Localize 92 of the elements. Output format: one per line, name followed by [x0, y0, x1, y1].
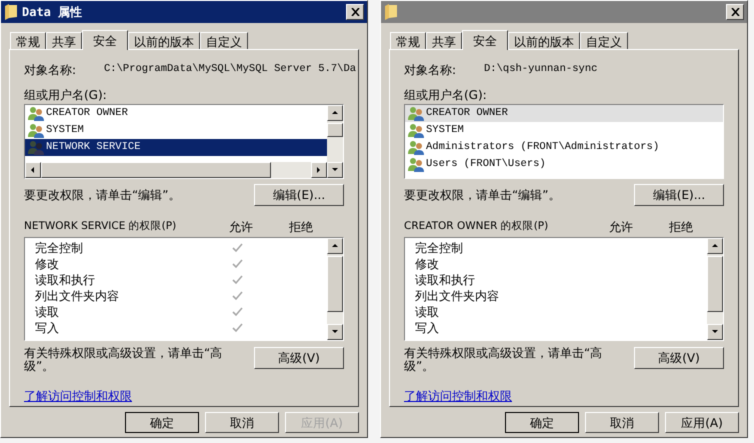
tab[interactable]: 安全 — [82, 30, 128, 50]
user-row[interactable]: CREATOR OWNER — [405, 105, 723, 122]
users-icon — [28, 106, 44, 121]
scroll-thumb[interactable] — [41, 162, 270, 178]
user-row[interactable]: Administrators (FRONT\Administrators) — [405, 139, 723, 156]
object-name-label: 对象名称: — [24, 62, 78, 79]
object-name-value: C:\ProgramData\MySQL\MySQL Server 5.7\Da — [104, 62, 356, 78]
tab[interactable]: 常规 — [390, 32, 426, 49]
permission-name: 读取 — [34, 304, 60, 321]
dialog-button[interactable]: 确定 — [505, 412, 579, 433]
edit-button[interactable]: 编辑(E)... — [254, 184, 344, 206]
triangle-arrow-icon — [29, 166, 37, 174]
triangle-arrow-icon — [331, 242, 339, 250]
permission-name: 列出文件夹内容 — [34, 288, 120, 305]
permissions-label: NETWORK SERVICE 的权限(P) — [24, 219, 178, 234]
close-button[interactable] — [346, 4, 364, 20]
users-icon — [408, 157, 424, 172]
user-row[interactable]: CREATOR OWNER — [25, 105, 327, 122]
scroll-arrow-button[interactable] — [327, 162, 343, 178]
vertical-scrollbar[interactable] — [327, 105, 343, 178]
permission-name: 列出文件夹内容 — [414, 288, 500, 305]
user-row[interactable]: Users (FRONT\Users) — [405, 156, 723, 173]
allow-header: 允许 — [229, 219, 254, 236]
scroll-thumb[interactable] — [327, 123, 343, 137]
dialog-button[interactable]: 应用(A) — [665, 412, 739, 433]
permission-name: 读取 — [414, 304, 440, 321]
close-icon — [730, 8, 740, 16]
edit-hint: 要更改权限，请单击“编辑”。 — [24, 187, 180, 204]
dialog-button[interactable]: 确定 — [125, 412, 199, 433]
permission-name: 完全控制 — [414, 240, 464, 257]
users-icon — [28, 123, 44, 138]
tab[interactable]: 自定义 — [580, 32, 628, 49]
scroll-arrow-button[interactable] — [25, 162, 41, 178]
close-button[interactable] — [726, 4, 744, 20]
permission-name: 读取和执行 — [414, 272, 476, 289]
edit-button[interactable]: 编辑(E)... — [634, 184, 724, 206]
vertical-scrollbar[interactable] — [327, 238, 343, 340]
triangle-arrow-icon — [711, 328, 719, 336]
tab[interactable]: 共享 — [426, 32, 462, 49]
advanced-button[interactable]: 高级(V) — [254, 347, 344, 369]
groups-label: 组或用户名(G): — [404, 87, 488, 102]
tab[interactable]: 安全 — [462, 30, 508, 50]
scroll-arrow-button[interactable] — [707, 324, 723, 340]
tab[interactable]: 以前的版本 — [128, 32, 200, 49]
scroll-arrow-button[interactable] — [327, 105, 343, 121]
users-icon — [408, 123, 424, 138]
dialog-button[interactable]: 取消 — [585, 412, 659, 433]
permission-name: 写入 — [414, 320, 440, 337]
object-name-label: 对象名称: — [404, 62, 458, 79]
users-icon — [28, 140, 44, 155]
tab[interactable]: 以前的版本 — [508, 32, 580, 49]
advanced-hint: 有关特殊权限或高级设置，请单击“高级”。 — [404, 347, 604, 375]
tab[interactable]: 自定义 — [200, 32, 248, 49]
object-name-value: D:\qsh-yunnan-sync — [484, 62, 598, 78]
folder-icon — [384, 4, 398, 20]
scroll-arrow-button[interactable] — [327, 324, 343, 340]
scroll-arrow-button[interactable] — [707, 238, 723, 254]
triangle-arrow-icon — [331, 109, 339, 117]
edit-hint: 要更改权限，请单击“编辑”。 — [404, 187, 560, 204]
permission-name: 写入 — [34, 320, 60, 337]
help-link[interactable]: 了解访问控制和权限 — [24, 387, 132, 405]
close-icon — [350, 8, 360, 16]
tab[interactable]: 常规 — [10, 32, 46, 49]
permission-name: 修改 — [34, 256, 60, 273]
help-link[interactable]: 了解访问控制和权限 — [404, 387, 512, 405]
permission-name: 修改 — [414, 256, 440, 273]
permissions-label: CREATOR OWNER 的权限(P) — [404, 219, 550, 234]
groups-label: 组或用户名(G): — [24, 87, 108, 102]
deny-header: 拒绝 — [669, 219, 693, 236]
scroll-arrow-button[interactable] — [311, 162, 327, 178]
scroll-arrow-button[interactable] — [327, 238, 343, 254]
triangle-arrow-icon — [331, 328, 339, 336]
deny-header: 拒绝 — [289, 219, 313, 236]
users-icon — [408, 140, 424, 155]
advanced-hint: 有关特殊权限或高级设置，请单击“高级”。 — [24, 347, 224, 375]
vertical-scrollbar[interactable] — [707, 238, 723, 340]
scroll-thumb[interactable] — [707, 256, 723, 312]
tab[interactable]: 共享 — [46, 32, 82, 49]
user-row[interactable]: NETWORK SERVICE — [25, 139, 327, 156]
users-icon — [408, 106, 424, 121]
dialog-button[interactable]: 取消 — [205, 412, 279, 433]
permission-name: 读取和执行 — [34, 272, 96, 289]
permission-name: 完全控制 — [34, 240, 84, 257]
scroll-thumb[interactable] — [327, 256, 343, 312]
user-row[interactable]: SYSTEM — [405, 122, 723, 139]
user-row[interactable]: SYSTEM — [25, 122, 327, 139]
folder-icon — [4, 4, 18, 20]
advanced-button[interactable]: 高级(V) — [634, 347, 724, 369]
horizontal-scrollbar[interactable] — [25, 162, 327, 178]
triangle-arrow-icon — [711, 242, 719, 250]
window-title: Data 属性 — [22, 4, 82, 21]
allow-header: 允许 — [609, 219, 634, 236]
